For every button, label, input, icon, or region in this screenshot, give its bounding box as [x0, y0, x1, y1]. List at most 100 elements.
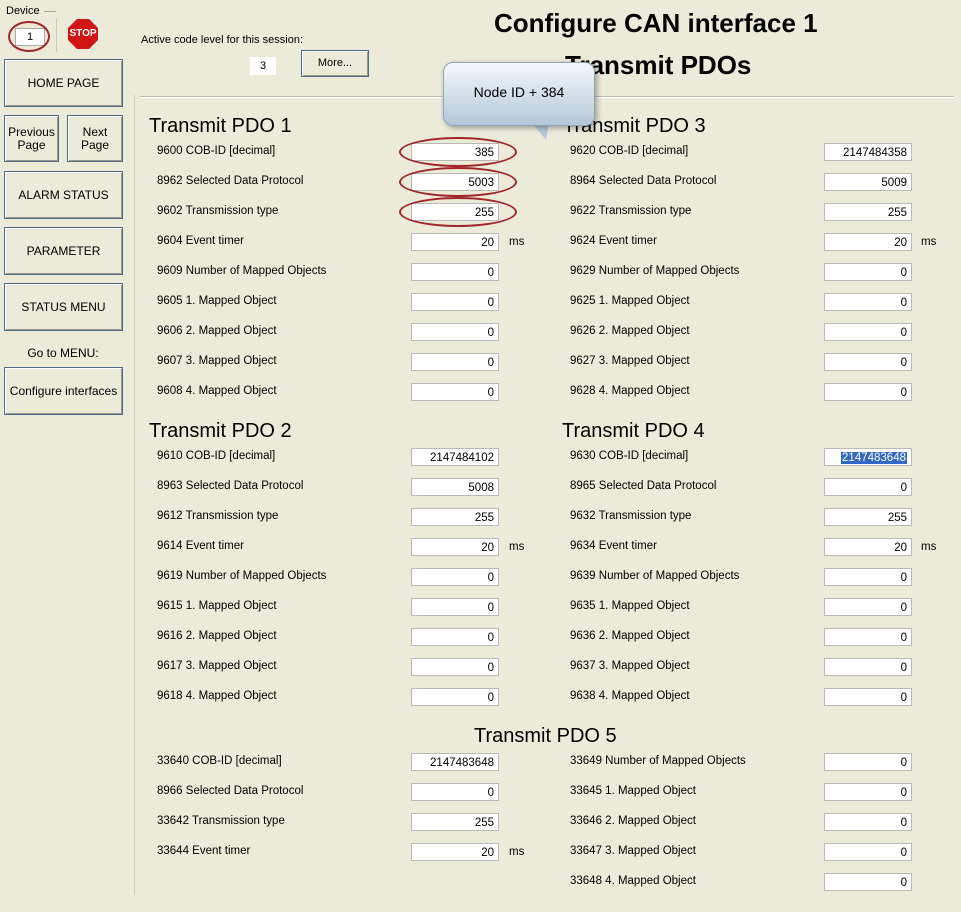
- parameter-button[interactable]: PARAMETER: [4, 227, 123, 275]
- pdo2-field-input[interactable]: 20: [411, 538, 499, 556]
- pdo3-field-value: 0: [900, 297, 907, 309]
- pdo4-field-input[interactable]: 0: [824, 688, 912, 706]
- page-title: Configure CAN interface 1: [494, 8, 818, 38]
- pdo3-field-value: 0: [900, 267, 907, 279]
- pdo5-field-label: 8966 Selected Data Protocol: [157, 785, 304, 797]
- pdo1-ms-unit: ms: [509, 236, 525, 248]
- pdo2-field-value: 0: [487, 602, 494, 614]
- pdo3-field-input[interactable]: 255: [824, 203, 912, 221]
- pdo2-field-value: 5008: [468, 482, 494, 494]
- pdo1-field-input[interactable]: 0: [411, 383, 499, 401]
- pdo5-field-label: 33646 2. Mapped Object: [570, 815, 696, 827]
- pdo2-field-value: 255: [474, 512, 494, 524]
- pdo2-title: Transmit PDO 2: [149, 420, 292, 442]
- stop-icon[interactable]: STOP: [68, 19, 98, 49]
- pdo3-field-input[interactable]: 0: [824, 353, 912, 371]
- pdo1-field-value: 0: [487, 297, 494, 309]
- pdo3-field-value: 2147484358: [843, 147, 907, 159]
- previous-page-button[interactable]: Previous Page: [4, 115, 59, 162]
- pdo5-field-input[interactable]: 0: [411, 783, 499, 801]
- pdo4-field-input[interactable]: 255: [824, 508, 912, 526]
- pdo3-field-label: 9626 2. Mapped Object: [570, 325, 690, 337]
- pdo2-field-input[interactable]: 0: [411, 628, 499, 646]
- pdo4-field-label: 9635 1. Mapped Object: [570, 600, 690, 612]
- pdo3-field-label: 9622 Transmission type: [570, 205, 692, 217]
- pdo3-field-input[interactable]: 2147484358: [824, 143, 912, 161]
- pdo5-field-value: 0: [487, 787, 494, 799]
- pdo2-field-input[interactable]: 0: [411, 658, 499, 676]
- pdo4-field-input[interactable]: 0: [824, 598, 912, 616]
- pdo4-field-label: 9639 Number of Mapped Objects: [570, 570, 740, 582]
- pdo4-field-input[interactable]: 20: [824, 538, 912, 556]
- pdo2-field-label: 8963 Selected Data Protocol: [157, 480, 304, 492]
- pdo3-field-value: 5009: [881, 177, 907, 189]
- pdo5-field-input[interactable]: 255: [411, 813, 499, 831]
- pdo2-field-input[interactable]: 0: [411, 598, 499, 616]
- pdo3-field-label: 9629 Number of Mapped Objects: [570, 265, 740, 277]
- pdo1-field-input[interactable]: 0: [411, 263, 499, 281]
- alarm-status-button[interactable]: ALARM STATUS: [4, 171, 123, 219]
- pdo3-field-input[interactable]: 0: [824, 263, 912, 281]
- pdo5-field-input[interactable]: 20: [411, 843, 499, 861]
- pdo1-field-label: 9608 4. Mapped Object: [157, 385, 277, 397]
- pdo3-field-input[interactable]: 20: [824, 233, 912, 251]
- code-level-label: Active code level for this session:: [141, 34, 304, 46]
- pdo4-field-input[interactable]: 0: [824, 658, 912, 676]
- device-highlight-ring: [8, 21, 50, 52]
- pdo5-field-input[interactable]: 0: [824, 753, 912, 771]
- pdo1-field-input[interactable]: 0: [411, 323, 499, 341]
- pdo4-ms-unit: ms: [921, 541, 937, 553]
- configure-interfaces-button[interactable]: Configure interfaces: [4, 367, 123, 415]
- pdo1-field-value: 0: [487, 357, 494, 369]
- pdo1-field-input[interactable]: 0: [411, 293, 499, 311]
- pdo3-field-label: 9627 3. Mapped Object: [570, 355, 690, 367]
- pdo2-field-input[interactable]: 0: [411, 568, 499, 586]
- pdo5-ms-unit: ms: [509, 846, 525, 858]
- pdo5-field-input[interactable]: 2147483648: [411, 753, 499, 771]
- next-page-button[interactable]: Next Page: [67, 115, 123, 162]
- pdo3-field-input[interactable]: 0: [824, 383, 912, 401]
- pdo5-title: Transmit PDO 5: [474, 725, 617, 747]
- pdo5-field-input[interactable]: 0: [824, 783, 912, 801]
- status-menu-button[interactable]: STATUS MENU: [4, 283, 123, 331]
- pdo1-field-input[interactable]: 0: [411, 353, 499, 371]
- pdo4-field-input[interactable]: 0: [824, 478, 912, 496]
- pdo4-field-value: 255: [887, 512, 907, 524]
- pdo2-ms-unit: ms: [509, 541, 525, 553]
- pdo5-field-value: 255: [474, 817, 494, 829]
- pdo3-field-label: 9625 1. Mapped Object: [570, 295, 690, 307]
- pdo2-field-input[interactable]: 255: [411, 508, 499, 526]
- pdo5-field-input[interactable]: 0: [824, 813, 912, 831]
- pdo3-ms-unit: ms: [921, 236, 937, 248]
- pdo3-field-input[interactable]: 0: [824, 323, 912, 341]
- pdo3-field-label: 9628 4. Mapped Object: [570, 385, 690, 397]
- device-separator: [56, 18, 57, 52]
- pdo1-field-input[interactable]: 20: [411, 233, 499, 251]
- pdo4-field-input[interactable]: 0: [824, 568, 912, 586]
- pdo3-field-value: 0: [900, 387, 907, 399]
- pdo1-field-value: 0: [487, 387, 494, 399]
- pdo4-field-label: 9632 Transmission type: [570, 510, 692, 522]
- pdo3-field-value: 0: [900, 327, 907, 339]
- pdo5-field-input[interactable]: 0: [824, 873, 912, 891]
- more-button[interactable]: More...: [301, 50, 369, 77]
- pdo4-field-label: 9630 COB-ID [decimal]: [570, 450, 689, 462]
- pdo4-field-value: 20: [894, 542, 907, 554]
- pdo3-field-value: 0: [900, 357, 907, 369]
- pdo5-field-value: 0: [900, 847, 907, 859]
- highlight-ring: [399, 137, 517, 167]
- pdo3-field-input[interactable]: 5009: [824, 173, 912, 191]
- home-page-button[interactable]: HOME PAGE: [4, 59, 123, 107]
- pdo2-field-input[interactable]: 2147484102: [411, 448, 499, 466]
- pdo5-field-value: 0: [900, 757, 907, 769]
- pdo2-field-input[interactable]: 0: [411, 688, 499, 706]
- pdo4-field-input[interactable]: 2147483648: [824, 448, 912, 466]
- pdo4-field-input[interactable]: 0: [824, 628, 912, 646]
- pdo4-field-value: 0: [900, 692, 907, 704]
- pdo2-field-input[interactable]: 5008: [411, 478, 499, 496]
- pdo2-field-value: 0: [487, 572, 494, 584]
- pdo3-field-input[interactable]: 0: [824, 293, 912, 311]
- pdo2-field-label: 9617 3. Mapped Object: [157, 660, 277, 672]
- pdo5-field-input[interactable]: 0: [824, 843, 912, 861]
- highlight-ring: [399, 167, 517, 197]
